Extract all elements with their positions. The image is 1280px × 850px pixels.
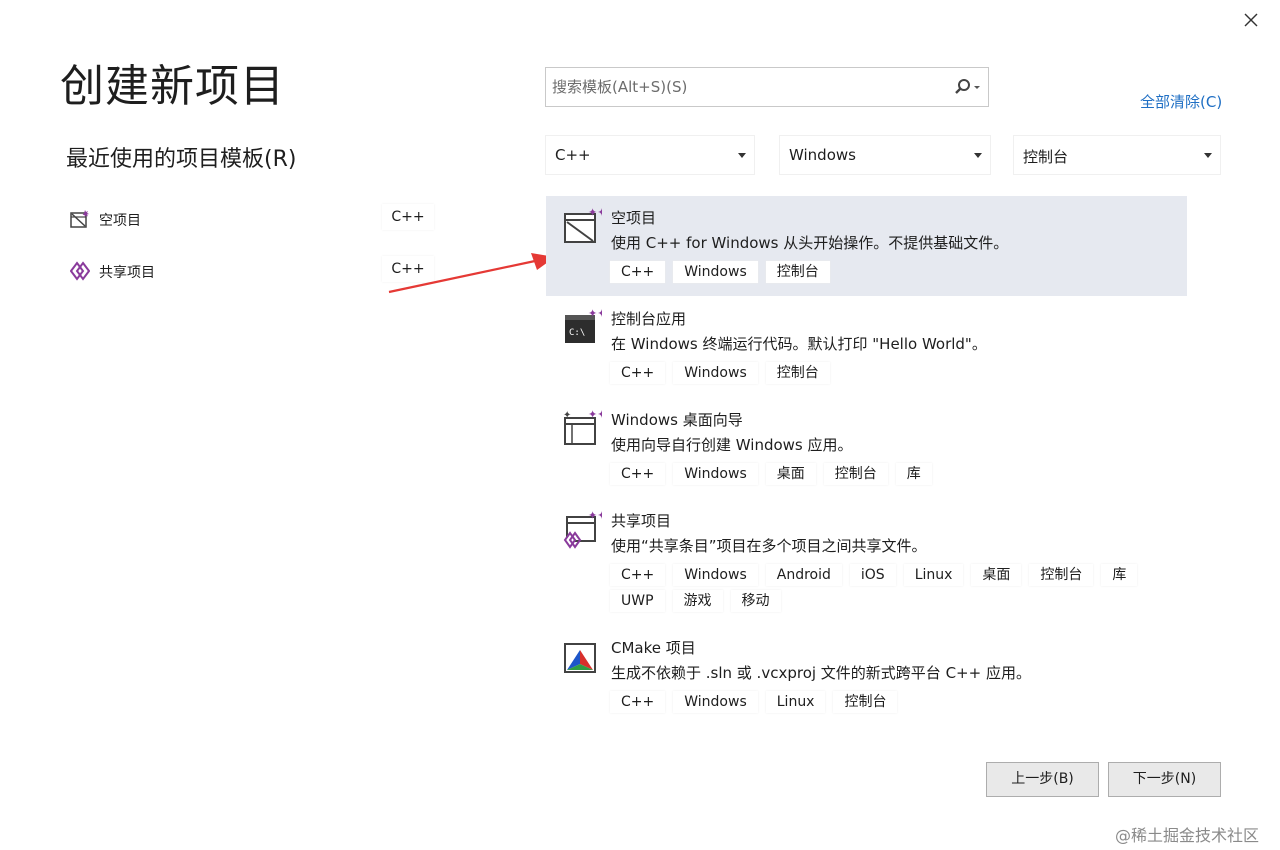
platform-filter[interactable]: Windows	[779, 135, 991, 175]
template-search	[545, 67, 989, 107]
recent-item-empty-project[interactable]: 空项目 C++	[66, 200, 436, 238]
back-button[interactable]: 上一步(B)	[986, 762, 1099, 797]
tag: Linux	[903, 564, 964, 586]
tag: C++	[610, 261, 666, 283]
tag: 控制台	[765, 362, 830, 384]
search-options-button[interactable]	[946, 77, 982, 99]
tag: iOS	[849, 564, 896, 586]
desktop-wizard-icon: ✦ ✦✦	[563, 408, 602, 445]
empty-project-icon	[70, 210, 89, 228]
tag: 移动	[730, 590, 781, 612]
language-filter-value: C++	[555, 146, 591, 164]
recent-item-language: C++	[382, 204, 434, 230]
template-tags: C++ Windows 控制台	[610, 261, 1170, 283]
page-title: 创建新项目	[60, 61, 285, 112]
console-app-icon: C:\ ✦✦	[565, 307, 602, 343]
tag: 游戏	[672, 590, 723, 612]
tag: 库	[1101, 564, 1138, 586]
template-description: 使用向导自行创建 Windows 应用。	[611, 436, 853, 454]
template-description: 使用“共享条目”项目在多个项目之间共享文件。	[611, 537, 927, 555]
svg-text:✦✦: ✦✦	[588, 509, 602, 522]
tag: Linux	[765, 691, 826, 713]
template-console-app[interactable]: C:\ ✦✦ 控制台应用 在 Windows 终端运行代码。默认打印 "Hell…	[546, 297, 1187, 397]
template-tags: C++ Windows 桌面 控制台 库	[610, 463, 1170, 485]
tag: UWP	[610, 590, 665, 612]
tag: C++	[610, 463, 666, 485]
recent-item-shared-project[interactable]: 共享项目 C++	[66, 252, 436, 290]
tag: Windows	[673, 691, 758, 713]
tag: 库	[895, 463, 932, 485]
close-button[interactable]	[1236, 8, 1266, 32]
template-tags: C++ Windows Android iOS Linux 桌面 控制台 库 U…	[610, 564, 1170, 612]
project-type-filter-value: 控制台	[1023, 148, 1069, 166]
next-button[interactable]: 下一步(N)	[1108, 762, 1221, 797]
svg-text:✦: ✦	[563, 410, 571, 421]
tag: 控制台	[765, 261, 830, 283]
template-tags: C++ Windows Linux 控制台	[610, 691, 1170, 713]
template-name: 共享项目	[611, 512, 672, 530]
tag: 控制台	[1029, 564, 1094, 586]
template-name: CMake 项目	[611, 639, 696, 657]
template-description: 使用 C++ for Windows 从头开始操作。不提供基础文件。	[611, 234, 1009, 252]
svg-text:✦✦: ✦✦	[588, 307, 602, 320]
tag: 控制台	[823, 463, 888, 485]
shared-project-icon: ✦✦	[563, 509, 602, 549]
template-empty-project[interactable]: ✦✦ 空项目 使用 C++ for Windows 从头开始操作。不提供基础文件…	[546, 196, 1187, 296]
template-description: 生成不依赖于 .sln 或 .vcxproj 文件的新式跨平台 C++ 应用。	[611, 664, 1031, 682]
cmake-icon	[564, 643, 596, 673]
close-icon	[1244, 13, 1258, 27]
template-name: Windows 桌面向导	[611, 411, 743, 429]
tag: Windows	[673, 261, 758, 283]
tag: C++	[610, 691, 666, 713]
search-icon	[955, 79, 980, 94]
annotation-arrow-icon	[388, 253, 555, 294]
recent-item-label: 共享项目	[99, 265, 155, 281]
tag: C++	[610, 564, 666, 586]
svg-text:✦✦: ✦✦	[588, 408, 602, 421]
template-description: 在 Windows 终端运行代码。默认打印 "Hello World"。	[611, 335, 987, 353]
template-windows-desktop-wizard[interactable]: ✦ ✦✦ Windows 桌面向导 使用向导自行创建 Windows 应用。 C…	[546, 398, 1187, 498]
search-input[interactable]	[546, 68, 941, 106]
clear-all-link[interactable]: 全部清除(C)	[1140, 91, 1222, 112]
tag: 桌面	[765, 463, 816, 485]
template-shared-project[interactable]: ✦✦ 共享项目 使用“共享条目”项目在多个项目之间共享文件。 C++ Windo…	[546, 499, 1187, 625]
recent-templates-header: 最近使用的项目模板(R)	[66, 147, 297, 172]
language-filter[interactable]: C++	[545, 135, 755, 175]
template-tags: C++ Windows 控制台	[610, 362, 1170, 384]
tag: Android	[765, 564, 842, 586]
tag: Windows	[673, 564, 758, 586]
template-cmake-project[interactable]: CMake 项目 生成不依赖于 .sln 或 .vcxproj 文件的新式跨平台…	[546, 626, 1187, 726]
tag: 控制台	[833, 691, 898, 713]
empty-project-icon: ✦✦	[564, 206, 602, 243]
chevron-down-icon	[974, 153, 982, 158]
tag: C++	[610, 362, 666, 384]
svg-text:✦✦: ✦✦	[588, 206, 602, 219]
project-type-filter[interactable]: 控制台	[1013, 135, 1221, 175]
template-name: 空项目	[611, 209, 657, 227]
template-name: 控制台应用	[611, 310, 687, 328]
chevron-down-icon	[1204, 153, 1212, 158]
watermark: @稀土掘金技术社区	[1115, 826, 1260, 845]
platform-filter-value: Windows	[789, 146, 856, 164]
svg-text:C:\: C:\	[569, 328, 585, 338]
shared-project-icon	[70, 261, 90, 281]
chevron-down-icon	[738, 153, 746, 158]
recent-item-label: 空项目	[99, 213, 141, 229]
tag: Windows	[673, 362, 758, 384]
tag: Windows	[673, 463, 758, 485]
tag: 桌面	[971, 564, 1022, 586]
